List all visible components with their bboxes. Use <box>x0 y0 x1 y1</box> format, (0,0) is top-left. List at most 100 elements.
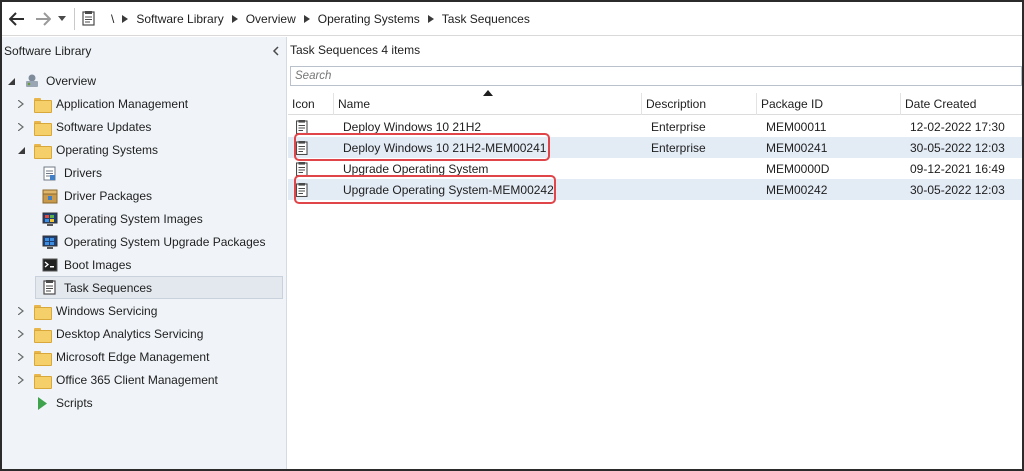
boot-image-icon <box>42 257 58 273</box>
tree-item-driver-packages[interactable]: Driver Packages <box>42 185 152 207</box>
tree-item-application-management[interactable]: Application Management <box>16 93 188 115</box>
tree-item-label: Office 365 Client Management <box>56 373 218 387</box>
tree-item-boot-images[interactable]: Boot Images <box>42 254 131 276</box>
tree-item-operating-system-images[interactable]: Operating System Images <box>42 208 203 230</box>
breadcrumb-software-library[interactable]: Software Library <box>132 12 227 26</box>
tree-item-label: Operating Systems <box>56 143 159 157</box>
results-pane: Task Sequences 4 items Icon Name Descrip… <box>288 37 1022 469</box>
search-input[interactable] <box>291 67 1021 85</box>
collapse-triangle-icon[interactable] <box>6 76 16 86</box>
breadcrumb-arrow-icon[interactable] <box>424 12 438 26</box>
tree-item-task-sequences[interactable]: Task Sequences <box>35 276 283 299</box>
grid-header: Icon Name Description Package ID Date Cr… <box>288 90 1022 115</box>
row-name: Deploy Windows 10 21H2 <box>343 119 482 134</box>
tree-item-label: Scripts <box>56 396 93 410</box>
tree-item-label: Microsoft Edge Management <box>56 350 210 364</box>
expand-triangle-icon[interactable] <box>16 329 26 339</box>
task-sequence-icon <box>296 116 308 137</box>
overview-icon <box>24 73 40 89</box>
column-header-name[interactable]: Name <box>334 93 642 115</box>
tree-item-label: Drivers <box>64 166 102 180</box>
breadcrumb-root-separator: \ <box>111 11 115 26</box>
breadcrumb: \ Software Library Overview Operating Sy… <box>81 7 1022 31</box>
row-name: Deploy Windows 10 21H2-MEM00241 <box>343 140 547 155</box>
row-name: Upgrade Operating System <box>343 161 489 176</box>
row-description: Enterprise <box>651 119 706 134</box>
workspace-title: Software Library <box>4 44 92 58</box>
folder-icon <box>34 119 52 136</box>
tree-item-microsoft-edge-management[interactable]: Microsoft Edge Management <box>16 346 209 368</box>
task-sequence-icon <box>42 280 58 296</box>
tree-item-windows-servicing[interactable]: Windows Servicing <box>16 300 157 322</box>
breadcrumb-arrow-icon[interactable] <box>118 12 132 26</box>
os-image-icon <box>42 211 58 227</box>
row-package-id: MEM00241 <box>766 140 828 155</box>
task-sequence-icon <box>296 137 308 158</box>
folder-icon <box>34 96 52 113</box>
tree-item-label: Application Management <box>56 97 189 111</box>
column-header-icon[interactable]: Icon <box>288 93 334 115</box>
expand-triangle-icon[interactable] <box>16 352 26 362</box>
expand-triangle-icon[interactable] <box>16 99 26 109</box>
row-package-id: MEM00011 <box>766 119 827 134</box>
navigation-pane-header: Software Library <box>2 37 287 65</box>
row-date-created: 09-12-2021 16:49 <box>910 161 1005 176</box>
tree-item-desktop-analytics-servicing[interactable]: Desktop Analytics Servicing <box>16 323 203 345</box>
back-arrow-icon <box>9 11 24 26</box>
folder-icon <box>34 326 52 343</box>
history-dropdown-button[interactable] <box>56 8 68 30</box>
tree-item-scripts[interactable]: Scripts <box>34 392 93 414</box>
row-date-created: 30-05-2022 12:03 <box>910 140 1005 155</box>
tree-item-software-updates[interactable]: Software Updates <box>16 116 151 138</box>
expand-triangle-icon[interactable] <box>16 306 26 316</box>
tree-item-label: Operating System Images <box>64 212 203 226</box>
tree-item-operating-systems[interactable]: Operating Systems <box>16 139 158 161</box>
table-row[interactable]: Deploy Windows 10 21H2-MEM00241 Enterpri… <box>288 137 1022 158</box>
column-header-package-id[interactable]: Package ID <box>757 93 901 115</box>
row-package-id: MEM00242 <box>766 182 828 197</box>
tree-item-office-365-client-management[interactable]: Office 365 Client Management <box>16 369 218 391</box>
tree-item-label: Desktop Analytics Servicing <box>56 327 204 341</box>
forward-button[interactable] <box>32 8 54 30</box>
driver-package-icon <box>42 188 58 204</box>
search-field[interactable] <box>290 66 1022 86</box>
folder-icon <box>34 303 52 320</box>
tree-item-overview[interactable]: Overview <box>6 70 96 92</box>
expand-triangle-icon[interactable] <box>16 375 26 385</box>
table-row[interactable]: Upgrade Operating System-MEM00242 MEM002… <box>288 179 1022 200</box>
tree-item-drivers[interactable]: Drivers <box>42 162 102 184</box>
breadcrumb-arrow-icon[interactable] <box>300 12 314 26</box>
back-button[interactable] <box>6 8 28 30</box>
folder-icon <box>34 372 52 389</box>
column-header-date-created[interactable]: Date Created <box>901 93 1022 115</box>
script-icon <box>34 395 50 411</box>
collapse-triangle-icon[interactable] <box>16 145 26 155</box>
task-sequence-icon <box>296 179 308 200</box>
tree-item-os-upgrade-packages[interactable]: Operating System Upgrade Packages <box>42 231 265 253</box>
expand-triangle-icon[interactable] <box>16 122 26 132</box>
breadcrumb-operating-systems[interactable]: Operating Systems <box>314 12 424 26</box>
address-toolbar: \ Software Library Overview Operating Sy… <box>2 2 1022 36</box>
tree-item-label: Boot Images <box>64 258 132 272</box>
breadcrumb-arrow-icon[interactable] <box>228 12 242 26</box>
tree-item-label: Driver Packages <box>64 189 153 203</box>
folder-icon <box>34 142 52 159</box>
navigation-pane: Software Library Overview Application Ma… <box>2 37 287 469</box>
column-header-description[interactable]: Description <box>642 93 757 115</box>
collapse-chevron-icon[interactable] <box>271 46 281 56</box>
breadcrumb-task-sequences[interactable]: Task Sequences <box>438 12 534 26</box>
os-upgrade-package-icon <box>42 234 58 250</box>
tree-item-label: Operating System Upgrade Packages <box>64 235 266 249</box>
tree-item-label: Overview <box>46 74 97 88</box>
table-row[interactable]: Deploy Windows 10 21H2 Enterprise MEM000… <box>288 116 1022 137</box>
breadcrumb-overview[interactable]: Overview <box>242 12 300 26</box>
table-row[interactable]: Upgrade Operating System MEM0000D 09-12-… <box>288 158 1022 179</box>
results-title: Task Sequences 4 items <box>290 43 421 57</box>
task-sequence-icon <box>296 158 308 179</box>
chevron-down-icon <box>58 15 66 21</box>
row-name: Upgrade Operating System-MEM00242 <box>343 182 554 197</box>
row-description: Enterprise <box>651 140 706 155</box>
tree-item-label: Windows Servicing <box>56 304 158 318</box>
console-root-icon[interactable] <box>81 11 97 27</box>
driver-icon <box>42 165 58 181</box>
